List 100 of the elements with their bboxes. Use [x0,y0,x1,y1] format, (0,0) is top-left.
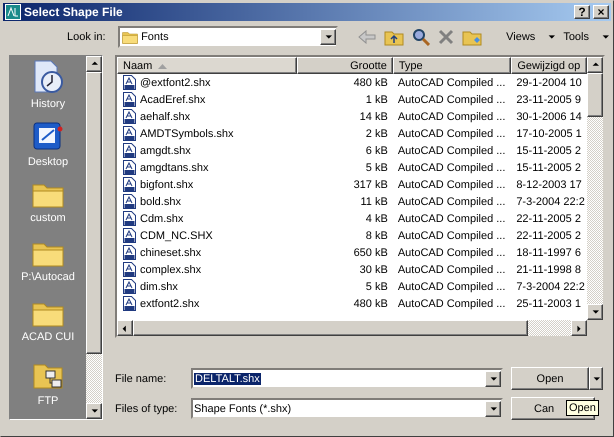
scroll-down-icon [591,308,599,316]
file-icon [123,228,136,243]
scrollbar-thumb[interactable] [86,72,102,354]
file-name[interactable]: bigfont.shx [140,178,194,190]
file-icon [123,143,136,158]
scrollbar[interactable] [86,56,102,419]
column-header[interactable]: Grootte [297,57,393,74]
file-type: AutoCAD Compiled ... [398,110,506,122]
place-item[interactable]: FTP [32,359,64,419]
place-item[interactable]: ACAD CUI [22,299,74,360]
dropdown-arrow-icon [489,374,497,382]
file-date: 7-3-2004 22:2 [516,196,585,208]
app-icon [5,4,21,20]
file-icon [123,109,136,124]
file-size: 5 kB [366,162,388,174]
look-in-dropdown[interactable]: Fonts [118,26,338,48]
scrollbar-thumb[interactable] [133,320,528,336]
file-size: 14 kB [360,110,388,122]
file-type-dropdown[interactable]: Shape Fonts (*.shx) [191,398,503,419]
file-name[interactable]: Cdm.shx [140,212,184,224]
file-date: 22-11-2005 2 [516,230,581,242]
file-type: AutoCAD Compiled ... [398,264,506,276]
desktop-icon [32,120,64,152]
file-name[interactable]: chineset.shx [140,246,202,258]
file-icon [123,126,136,141]
dropdown-arrow-icon [592,374,600,382]
file-type: AutoCAD Compiled ... [398,178,506,190]
dropdown-arrow-icon [489,404,497,412]
file-type: AutoCAD Compiled ... [398,298,506,310]
file-type: AutoCAD Compiled ... [398,196,506,208]
file-date: 30-1-2006 14 [516,110,582,122]
place-item[interactable]: P:\Autocad [21,239,75,300]
file-type-label: Files of type: [115,402,178,414]
file-icon [123,211,136,226]
search-icon[interactable] [412,28,430,46]
file-size: 2 kB [366,128,388,140]
file-size: 6 kB [366,144,388,156]
file-name[interactable]: AcadEref.shx [140,94,206,106]
file-date: 8-12-2003 17 [516,178,582,190]
file-name-label: File name: [115,372,168,384]
place-item[interactable]: Desktop [28,120,68,180]
file-icon [123,177,136,192]
file-icon [123,245,136,260]
file-name[interactable]: amgdt.shx [140,144,191,156]
close-button[interactable]: × [593,5,609,19]
place-item[interactable]: custom [30,180,66,240]
scroll-up-icon [591,61,599,69]
file-name[interactable]: extfont2.shx [140,298,200,310]
column-header[interactable]: Type [392,57,512,74]
file-name[interactable]: CDM_NC.SHX [140,230,213,242]
dropdown-arrow-icon [324,33,332,41]
open-menu-button[interactable] [589,367,603,390]
file-date: 7-3-2004 22:2 [516,280,585,292]
file-size: 480 kB [354,298,388,310]
look-in-label: Look in: [67,31,107,43]
help-button[interactable]: ? [574,5,590,19]
file-icon [123,296,136,311]
file-name[interactable]: amgdtans.shx [140,162,208,174]
file-name-field[interactable]: DELTALT.shx [191,368,503,389]
delete-icon[interactable] [438,29,454,45]
open-button[interactable]: Open [511,367,589,390]
tooltip: Open [566,400,599,416]
file-icon [123,279,136,294]
file-size: 1 kB [366,94,388,106]
views-menu[interactable]: Views [502,31,560,43]
file-date: 23-11-2005 9 [516,94,581,106]
file-name[interactable]: AMDTSymbols.shx [140,128,234,140]
scrollbar[interactable] [117,320,587,336]
tools-menu[interactable]: Tools [559,31,613,43]
scrollbar[interactable] [587,57,603,320]
file-type: AutoCAD Compiled ... [398,144,506,156]
file-name[interactable]: dim.shx [140,280,178,292]
file-type: AutoCAD Compiled ... [398,230,506,242]
scroll-right-icon [575,324,583,332]
file-name[interactable]: aehalf.shx [140,110,190,122]
scroll-up-icon [90,60,98,68]
file-type: AutoCAD Compiled ... [398,162,506,174]
file-name[interactable]: @extfont2.shx [140,76,210,88]
column-header[interactable]: Gewijzigd op [511,57,587,74]
file-size: 650 kB [354,246,388,258]
file-name[interactable]: complex.shx [140,264,202,276]
file-icon [123,262,136,277]
file-date: 29-1-2004 10 [516,76,582,88]
file-size: 317 kB [354,178,388,190]
file-name[interactable]: bold.shx [140,196,181,208]
file-size: 480 kB [354,76,388,88]
dropdown-arrow-icon [601,33,609,41]
scrollbar-thumb[interactable] [587,73,603,117]
clock-document-icon [32,60,64,94]
file-icon [123,160,136,175]
dropdown-arrow-icon [547,33,556,41]
file-type: AutoCAD Compiled ... [398,212,506,224]
file-type: AutoCAD Compiled ... [398,128,506,140]
file-date: 21-11-1998 8 [516,264,581,276]
place-item[interactable]: History [30,60,66,120]
file-size: 5 kB [366,280,388,292]
file-date: 15-11-2005 2 [516,162,581,174]
file-icon [123,75,136,90]
scroll-down-icon [90,407,98,415]
column-header[interactable]: Naam [117,57,298,74]
